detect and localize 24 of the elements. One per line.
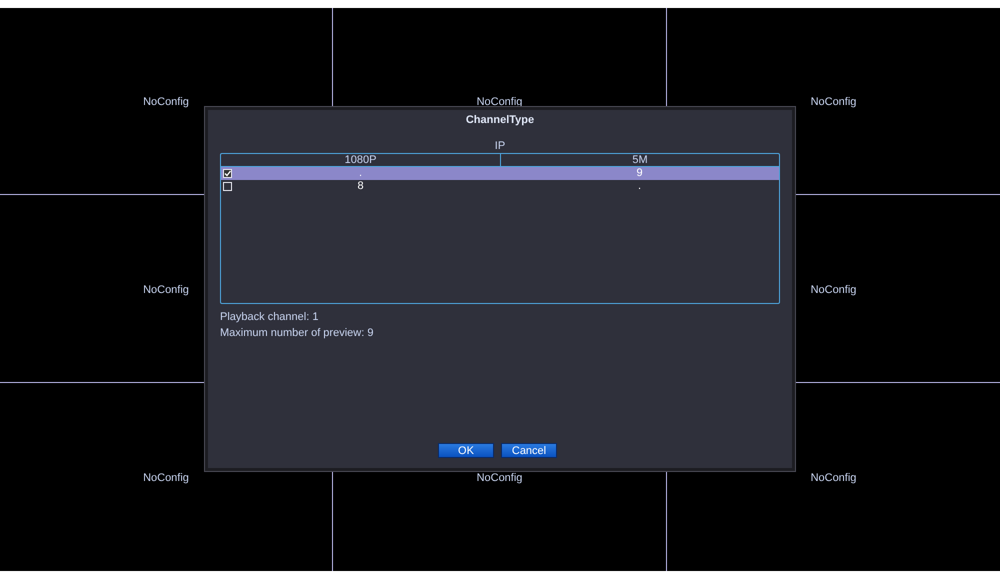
ok-button[interactable]: OK: [438, 443, 494, 458]
info-text: Playback channel: 1: [220, 311, 320, 323]
column-header: 1080P: [344, 154, 378, 166]
tile-label: NoConfig: [143, 284, 189, 296]
cancel-button[interactable]: Cancel: [501, 443, 557, 458]
tile-label: NoConfig: [143, 473, 189, 484]
tile-label: NoConfig: [810, 97, 856, 108]
table-cell-text: 9: [635, 167, 644, 180]
tile-label: NoConfig: [810, 284, 856, 296]
table-cell-text: 8: [356, 180, 365, 193]
table-cell-text: .: [358, 167, 364, 180]
info-text: Maximum number of preview: 9: [220, 327, 374, 339]
table-cell-text: .: [636, 180, 642, 193]
column-header: 5M: [500, 154, 779, 166]
dialog-title: ChannelType: [464, 114, 536, 126]
group-label: IP: [494, 140, 506, 152]
tile-label: NoConfig: [810, 473, 856, 484]
table-row[interactable]: . 9: [221, 167, 779, 180]
tile-label: NoConfig: [476, 97, 522, 108]
tile-label: NoConfig: [476, 473, 522, 484]
checkbox[interactable]: [223, 182, 232, 191]
tile-label: NoConfig: [143, 97, 189, 108]
checkbox[interactable]: [223, 169, 232, 178]
table-row[interactable]: 8 .: [221, 180, 779, 193]
